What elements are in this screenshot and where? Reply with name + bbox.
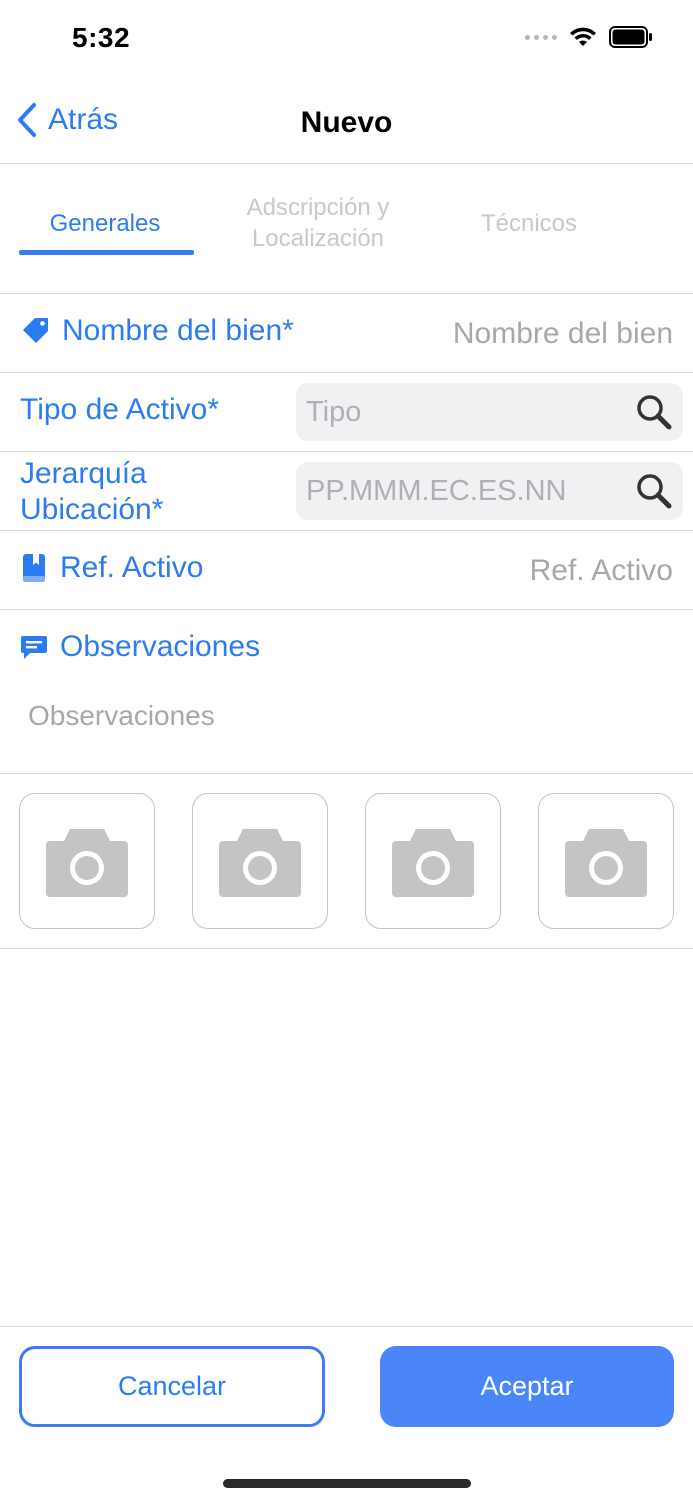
battery-icon <box>609 26 652 48</box>
ref-row: Ref. Activo <box>0 531 693 610</box>
accept-button[interactable]: Aceptar <box>380 1346 674 1427</box>
photo-slot-2[interactable] <box>192 793 328 929</box>
tipo-label: Tipo de Activo* <box>20 393 219 426</box>
page-title: Nuevo <box>300 106 393 139</box>
tag-icon <box>23 318 48 343</box>
active-tab-indicator <box>19 250 194 255</box>
nombre-label: Nombre del bien* <box>20 314 294 348</box>
camera-icon <box>46 829 128 897</box>
photo-slot-3[interactable] <box>365 793 501 929</box>
photo-slot-1[interactable] <box>19 793 155 929</box>
observaciones-label-text: Observaciones <box>60 630 261 663</box>
ref-label: Ref. Activo <box>20 551 203 585</box>
nombre-input[interactable] <box>373 314 673 354</box>
home-indicator[interactable] <box>223 1479 471 1488</box>
tipo-input[interactable] <box>306 383 626 441</box>
status-time: 5:32 <box>72 22 131 53</box>
status-bar: 5:32 <box>0 0 693 80</box>
photo-slot-4[interactable] <box>538 793 674 929</box>
tab-tecnicos[interactable]: Técnicos <box>424 178 634 268</box>
camera-icon <box>219 829 301 897</box>
search-icon[interactable] <box>635 393 673 431</box>
wifi-icon <box>570 27 596 46</box>
observaciones-section: Observaciones <box>0 610 693 774</box>
camera-icon <box>392 829 474 897</box>
tipo-row: Tipo de Activo* <box>0 373 693 452</box>
cancel-button[interactable]: Cancelar <box>19 1346 325 1427</box>
footer-actions: Cancelar Aceptar <box>0 1326 693 1500</box>
ref-input[interactable] <box>373 551 673 591</box>
status-indicators <box>525 26 653 48</box>
jerarquia-label: Jerarquía Ubicación* <box>20 456 163 528</box>
jerarquia-label-line2: Ubicación* <box>20 493 164 526</box>
ref-label-text: Ref. Activo <box>60 551 204 584</box>
nombre-label-text: Nombre del bien* <box>62 314 294 347</box>
jerarquia-label-line1: Jerarquía <box>20 457 147 490</box>
book-icon <box>23 554 45 582</box>
jerarquia-row: Jerarquía Ubicación* <box>0 452 693 531</box>
camera-icon <box>565 829 647 897</box>
tab-adscripcion-localizacion[interactable]: Adscripción y Localización <box>213 178 423 268</box>
nombre-row: Nombre del bien* <box>0 294 693 373</box>
cellular-signal-icon <box>525 34 557 40</box>
navigation-bar: Atrás Nuevo <box>0 80 693 164</box>
photo-slots <box>0 774 693 949</box>
jerarquia-search-field <box>296 462 683 520</box>
jerarquia-input[interactable] <box>306 462 626 520</box>
observaciones-input[interactable] <box>28 696 668 736</box>
chat-bubble-icon <box>21 636 47 659</box>
observaciones-label: Observaciones <box>20 630 260 664</box>
search-icon[interactable] <box>635 472 673 510</box>
tipo-search-field <box>296 383 683 441</box>
tab-bar: Generales Adscripción y Localización Téc… <box>0 164 693 294</box>
